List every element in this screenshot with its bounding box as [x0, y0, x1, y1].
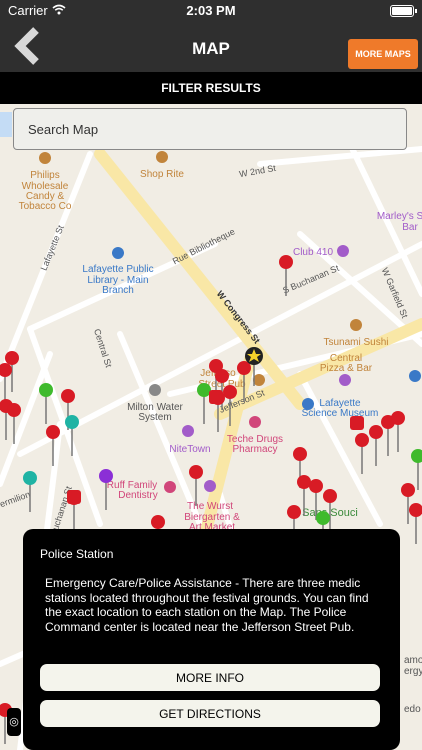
map-label-ergy: ergy [404, 666, 422, 677]
map-label-teche-2: Pharmacy [232, 444, 277, 455]
map-label-shop-rite: Shop Rite [140, 169, 184, 180]
restaurant-icon-2 [209, 390, 223, 404]
purple-pins [99, 469, 113, 483]
popup-title: Police Station [40, 547, 114, 561]
get-directions-button[interactable]: GET DIRECTIONS [40, 700, 380, 727]
map-label-club410: Club 410 [293, 247, 333, 258]
map-label-philips-4: Tobacco Co [19, 201, 72, 212]
info-popup: Police Station Emergency Care/Police Ass… [23, 529, 400, 750]
status-time: 2:03 PM [186, 3, 236, 18]
more-maps-button[interactable]: MORE MAPS [348, 39, 418, 69]
map-label-ruff-2: Dentistry [118, 490, 157, 501]
location-button[interactable]: ◎ [7, 708, 21, 736]
map-label-marleys-2: Bar [402, 222, 418, 233]
map-label-library-1: Lafayette Public [82, 264, 153, 275]
popup-description: Emergency Care/Police Assistance - There… [45, 576, 369, 634]
map-view[interactable]: Philips Wholesale Candy & Tobacco Co Sho… [0, 104, 422, 750]
map-label-central-pizza-2: Pizza & Bar [320, 363, 373, 374]
map-label-tsunami: Tsunami Sushi [323, 337, 388, 348]
filter-results-button[interactable]: FILTER RESULTS [0, 72, 422, 104]
status-bar: Carrier 2:03 PM [0, 0, 422, 22]
restaurant-icon [67, 490, 81, 504]
search-input[interactable] [13, 108, 407, 150]
map-label-science-2: Science Museum [302, 408, 379, 419]
more-info-button[interactable]: MORE INFO [40, 664, 380, 691]
nav-bar: MAP MORE MAPS [0, 22, 422, 72]
map-label-philips-1: Philips [30, 170, 59, 181]
map-label-nitetown: NiteTown [169, 444, 210, 455]
map-label-amo: amo [404, 655, 422, 666]
restaurant-icon-3 [350, 416, 364, 430]
map-label-milton-2: System [138, 412, 171, 423]
map-label-edo: edo [404, 704, 421, 715]
battery-icon [390, 5, 417, 17]
map-label-marleys-1: Marley's S [377, 211, 422, 222]
map-label-wurst-1: The Wurst [187, 501, 233, 512]
map-label-library-3: Branch [102, 285, 134, 296]
